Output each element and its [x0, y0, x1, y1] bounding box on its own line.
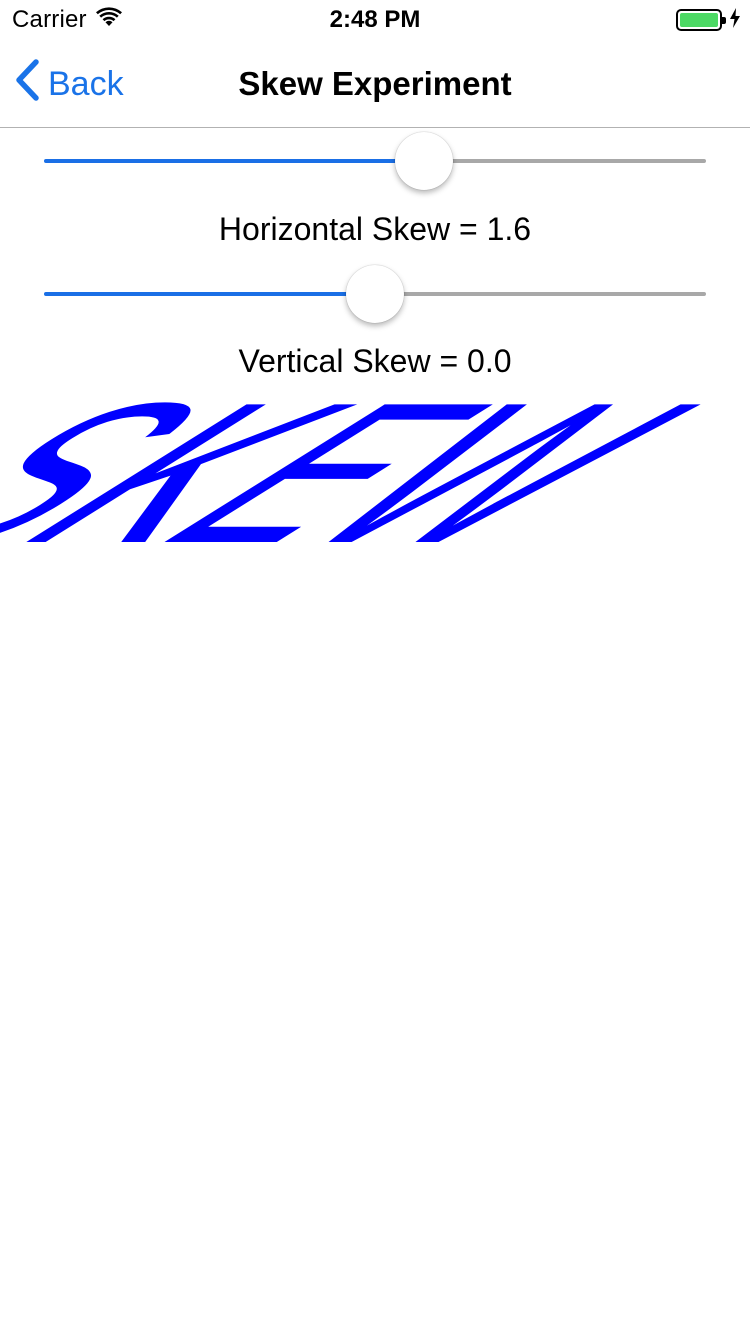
skew-canvas: SKEW	[0, 398, 750, 544]
battery-icon	[676, 9, 726, 31]
slider-thumb[interactable]	[395, 132, 453, 190]
status-right	[676, 7, 742, 34]
battery-cap	[722, 17, 726, 24]
vertical-skew-slider[interactable]	[44, 264, 706, 324]
navigation-bar: Back Skew Experiment	[0, 40, 750, 128]
slider-max-track	[375, 292, 706, 296]
skewed-text-group: SKEW	[0, 398, 750, 544]
horizontal-skew-slider[interactable]	[44, 131, 706, 191]
vertical-skew-label: Vertical Skew = 0.0	[238, 343, 512, 379]
page-title: Skew Experiment	[238, 65, 512, 102]
slider-min-track	[44, 292, 375, 296]
charging-bolt-icon	[728, 7, 742, 34]
status-bar: Carrier 2:48 PM	[0, 0, 750, 40]
status-time: 2:48 PM	[329, 6, 421, 33]
battery-level	[680, 13, 718, 27]
slider-min-track	[44, 159, 424, 163]
horizontal-skew-label: Horizontal Skew = 1.6	[218, 211, 532, 247]
skewed-text: SKEW	[0, 398, 750, 544]
slider-max-track	[424, 159, 706, 163]
slider-thumb[interactable]	[346, 265, 404, 323]
